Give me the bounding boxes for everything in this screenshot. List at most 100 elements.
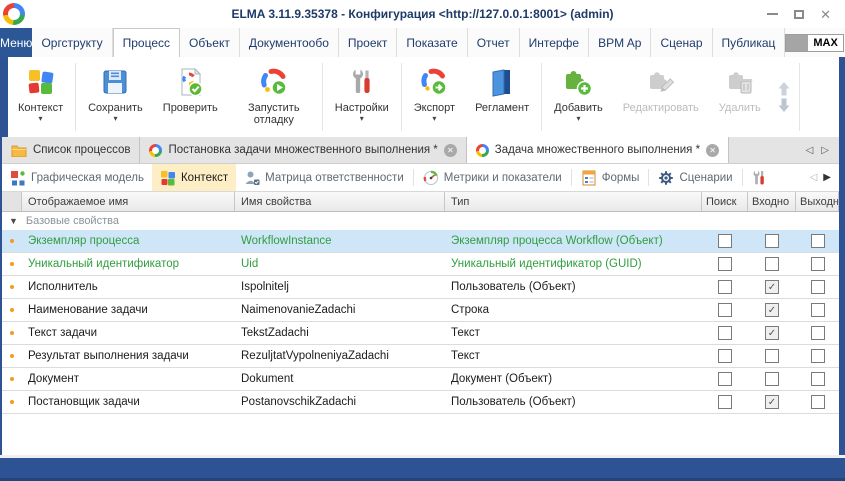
display-name-cell: Текст задачи <box>22 322 235 344</box>
check-button[interactable]: Проверить <box>153 57 228 137</box>
tab-metrics[interactable]: Метрики и показатели <box>415 164 570 191</box>
header-search[interactable]: Поиск <box>702 192 748 211</box>
table-row[interactable]: Наименование задачи NaimenovanieZadachi … <box>2 299 839 322</box>
close-button[interactable]: ✕ <box>820 8 831 21</box>
maximize-button[interactable] <box>794 10 804 19</box>
output-checkbox[interactable] <box>811 326 825 340</box>
ribbon-toolbar: Контекст ▾ Сохранить ▾ <box>0 57 845 137</box>
doc-tab-process-1[interactable]: Постановка задачи множественного выполне… <box>140 137 466 163</box>
modified-dot-icon <box>10 377 14 381</box>
tab-forms[interactable]: Формы <box>573 164 648 191</box>
group-row-base-properties[interactable]: ▼ Базовые свойства <box>2 212 839 230</box>
close-tab-icon[interactable]: ✕ <box>706 144 719 157</box>
output-checkbox[interactable] <box>811 349 825 363</box>
doc-tab-process-2[interactable]: Задача множественного выполнения * ✕ <box>467 137 729 163</box>
menu-tab[interactable]: Сценар <box>651 28 712 57</box>
search-checkbox[interactable] <box>718 234 732 248</box>
collapse-triangle-icon[interactable]: ▼ <box>9 216 18 226</box>
add-button[interactable]: Добавить ▾ <box>544 57 613 137</box>
display-name-cell: Уникальный идентификатор <box>22 253 235 275</box>
settings-button[interactable]: Настройки ▾ <box>325 57 399 137</box>
output-checkbox[interactable] <box>811 395 825 409</box>
table-row[interactable]: Исполнитель Ispolnitelj Пользователь (Об… <box>2 276 839 299</box>
property-name-cell: WorkflowInstance <box>235 230 445 252</box>
table-row[interactable]: Постановщик задачи PostanovschikZadachi … <box>2 391 839 414</box>
input-checkbox[interactable] <box>765 372 779 386</box>
max-toggle-slider <box>786 35 808 51</box>
header-input[interactable]: Входно <box>748 192 796 211</box>
menu-tab-label: Проект <box>348 36 388 50</box>
header-display-name[interactable]: Отображаемое имя <box>22 192 235 211</box>
table-row[interactable]: Текст задачи TekstZadachi Текст <box>2 322 839 345</box>
table-row[interactable]: Экземпляр процесса WorkflowInstance Экзе… <box>2 230 839 253</box>
output-checkbox[interactable] <box>811 303 825 317</box>
output-checkbox[interactable] <box>811 280 825 294</box>
header-type[interactable]: Тип <box>445 192 702 211</box>
output-checkbox[interactable] <box>811 234 825 248</box>
tab-graphic-model[interactable]: Графическая модель <box>2 164 152 191</box>
menu-tab[interactable]: Документообо <box>240 28 339 57</box>
save-label: Сохранить <box>88 102 143 114</box>
display-name-cell: Экземпляр процесса <box>22 230 235 252</box>
doc-tabs-scroll-right-icon[interactable]: ▷ <box>821 145 829 156</box>
context-button[interactable]: Контекст ▾ <box>8 57 73 137</box>
input-checkbox[interactable] <box>765 303 779 317</box>
modified-dot-icon <box>10 400 14 404</box>
search-checkbox[interactable] <box>718 372 732 386</box>
output-checkbox[interactable] <box>811 257 825 271</box>
tab-label: Матрица ответственности <box>265 172 404 184</box>
form-icon <box>581 170 597 186</box>
menu-tab[interactable]: Оргструкту <box>32 28 112 57</box>
search-checkbox[interactable] <box>718 303 732 317</box>
table-row[interactable]: Результат выполнения задачи RezuljtatVyp… <box>2 345 839 368</box>
ribbon-divider <box>401 63 402 131</box>
input-checkbox[interactable] <box>765 395 779 409</box>
search-checkbox[interactable] <box>718 349 732 363</box>
tab-scripts[interactable]: Сценарии <box>650 164 740 191</box>
menu-tab[interactable]: Отчет <box>468 28 520 57</box>
menu-tab[interactable]: Проект <box>339 28 398 57</box>
menu-tab[interactable]: BPM Ap <box>589 28 651 57</box>
reglament-button[interactable]: Регламент <box>465 57 539 137</box>
input-checkbox[interactable] <box>765 234 779 248</box>
menu-tab[interactable]: Публикац <box>713 28 786 57</box>
run-debug-button[interactable]: Запустить отладку <box>228 57 320 137</box>
input-checkbox[interactable] <box>765 280 779 294</box>
subtabs-scroll-left-icon[interactable]: ◁ <box>810 172 818 183</box>
doc-tab-process-list[interactable]: Список процессов <box>2 137 140 163</box>
input-cell <box>748 345 796 367</box>
search-checkbox[interactable] <box>718 326 732 340</box>
subtabs-scroll-right-icon[interactable]: ▶ <box>823 172 831 183</box>
max-toggle[interactable]: MAX <box>785 34 843 52</box>
input-checkbox[interactable] <box>765 257 779 271</box>
table-row[interactable]: Документ Dokument Документ (Объект) <box>2 368 839 391</box>
input-cell <box>748 230 796 252</box>
table-row[interactable]: Уникальный идентификатор Uid Уникальный … <box>2 253 839 276</box>
input-checkbox[interactable] <box>765 349 779 363</box>
export-button[interactable]: Экспорт ▾ <box>404 57 465 137</box>
tab-tools-partial[interactable] <box>744 164 774 191</box>
search-checkbox[interactable] <box>718 280 732 294</box>
close-tab-icon[interactable]: ✕ <box>444 144 457 157</box>
search-checkbox[interactable] <box>718 257 732 271</box>
document-check-icon <box>174 64 206 100</box>
max-toggle-label: MAX <box>808 35 842 51</box>
input-checkbox[interactable] <box>765 326 779 340</box>
tab-context[interactable]: Контекст <box>152 164 236 191</box>
menu-tab[interactable]: Объект <box>180 28 240 57</box>
header-property-name[interactable]: Имя свойства <box>235 192 445 211</box>
menu-tab[interactable]: Процесс <box>113 28 180 57</box>
minimize-button[interactable] <box>767 13 778 15</box>
doc-tabs-scroll-left-icon[interactable]: ◁ <box>806 145 814 156</box>
tab-responsibility-matrix[interactable]: Матрица ответственности <box>236 164 412 191</box>
search-cell <box>702 368 748 390</box>
menu-button[interactable]: Меню <box>0 28 32 57</box>
input-cell <box>748 276 796 298</box>
menu-tab[interactable]: Показате <box>397 28 467 57</box>
menu-tab[interactable]: Интерфе <box>520 28 590 57</box>
header-output[interactable]: Выходн <box>796 192 839 211</box>
modified-dot-icon <box>10 308 14 312</box>
output-checkbox[interactable] <box>811 372 825 386</box>
search-checkbox[interactable] <box>718 395 732 409</box>
save-button[interactable]: Сохранить ▾ <box>78 57 153 137</box>
